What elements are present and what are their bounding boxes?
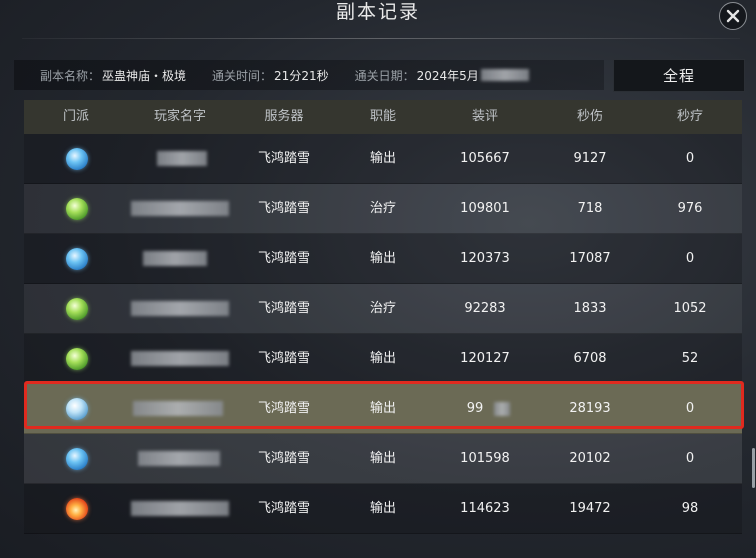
water-sect-icon (66, 148, 88, 170)
column-header-gear-score: 装评 (471, 109, 498, 124)
clear-time-value: 21分21秒 (274, 68, 329, 83)
censored-player-name (131, 301, 229, 316)
dps-cell: 19472 (569, 501, 611, 516)
role-cell: 输出 (369, 251, 396, 266)
column-header-role: 职能 (369, 109, 396, 124)
hps-cell: 98 (681, 501, 699, 516)
gear-score-cell: 101598 (460, 451, 510, 466)
gear-score-cell: 120127 (460, 351, 510, 366)
clear-time-info: 通关时间： 21分21秒 (212, 67, 329, 84)
dungeon-info-bar: 副本名称： 巫蛊神庙・极境 通关时间： 21分21秒 通关日期： 2024年5月 (14, 60, 604, 90)
dps-cell: 6708 (573, 351, 607, 366)
censored-player-name (131, 201, 229, 216)
table-row[interactable]: 飞鸿踏雪 治疗 109801 718 976 (24, 184, 742, 234)
server-cell: 飞鸿踏雪 (257, 201, 310, 216)
leaf-sect-icon (66, 348, 88, 370)
hps-cell: 0 (685, 151, 695, 166)
censored-player-name (131, 351, 229, 366)
server-cell: 飞鸿踏雪 (257, 151, 310, 166)
role-cell: 输出 (369, 151, 396, 166)
gear-score-cell: 105667 (460, 151, 510, 166)
dungeon-record-window: 副本记录 副本名称： 巫蛊神庙・极境 通关时间： 21分21秒 通关日期： 20… (0, 0, 756, 558)
dps-cell: 9127 (573, 151, 607, 166)
table-scrollbar[interactable] (752, 448, 755, 488)
close-button[interactable] (719, 2, 747, 30)
role-cell: 治疗 (369, 301, 396, 316)
window-title: 副本记录 (335, 1, 420, 23)
gear-score-cell: 109801 (460, 201, 510, 216)
role-cell: 输出 (369, 501, 396, 516)
full-run-button[interactable]: 全程 (613, 59, 745, 92)
role-cell: 治疗 (369, 201, 396, 216)
table-row[interactable]: 飞鸿踏雪 输出 120127 6708 52 (24, 334, 742, 384)
water-sect-icon (66, 448, 88, 470)
clear-date-info: 通关日期： 2024年5月 (355, 67, 529, 84)
table-row[interactable]: 飞鸿踏雪 输出 120373 17087 0 (24, 234, 742, 284)
close-icon (726, 9, 740, 23)
clear-date-value: 2024年5月 (416, 68, 479, 83)
hps-cell: 976 (677, 201, 703, 216)
dps-cell: 17087 (569, 251, 611, 266)
leaf-sect-icon (66, 298, 88, 320)
column-header-server: 服务器 (264, 109, 304, 124)
column-header-sect: 门派 (62, 109, 89, 124)
table-row[interactable]: 飞鸿踏雪 输出 114623 19472 98 (24, 484, 742, 534)
highlight-annotation-box (24, 381, 744, 429)
gear-score-cell: 114623 (460, 501, 510, 516)
title-divider (22, 38, 740, 39)
column-header-dps: 秒伤 (576, 109, 603, 124)
column-header-hps: 秒疗 (676, 109, 703, 124)
dungeon-name-label: 副本名称： (40, 68, 101, 83)
dps-cell: 1833 (573, 301, 607, 316)
dungeon-name-value: 巫蛊神庙・极境 (102, 68, 187, 83)
clear-date-label: 通关日期： (354, 68, 415, 83)
leaf-sect-icon (66, 198, 88, 220)
censored-player-name (157, 151, 207, 166)
clear-time-label: 通关时间： (212, 68, 273, 83)
hps-cell: 52 (681, 351, 699, 366)
table-header: 门派 玩家名字 服务器 职能 装评 秒伤 秒疗 (24, 100, 742, 134)
server-cell: 飞鸿踏雪 (257, 251, 310, 266)
dungeon-name-info: 副本名称： 巫蛊神庙・极境 (40, 67, 186, 84)
role-cell: 输出 (369, 351, 396, 366)
player-table-body: 飞鸿踏雪 输出 105667 9127 0 飞鸿踏雪 治疗 109801 718… (24, 134, 742, 534)
dps-cell: 718 (577, 201, 603, 216)
server-cell: 飞鸿踏雪 (257, 351, 310, 366)
server-cell: 飞鸿踏雪 (257, 301, 310, 316)
gear-score-cell: 92283 (464, 301, 506, 316)
gear-score-cell: 120373 (460, 251, 510, 266)
dps-cell: 20102 (569, 451, 611, 466)
water-sect-icon (66, 248, 88, 270)
hps-cell: 1052 (673, 301, 707, 316)
table-row[interactable]: 飞鸿踏雪 输出 101598 20102 0 (24, 434, 742, 484)
censored-player-name (143, 251, 207, 266)
server-cell: 飞鸿踏雪 (257, 451, 310, 466)
censored-player-name (138, 451, 220, 466)
table-row[interactable]: 飞鸿踏雪 治疗 92283 1833 1052 (24, 284, 742, 334)
fire-sect-icon (66, 498, 88, 520)
role-cell: 输出 (369, 451, 396, 466)
censored-date (480, 69, 529, 81)
server-cell: 飞鸿踏雪 (257, 501, 310, 516)
column-header-player-name: 玩家名字 (153, 109, 206, 124)
table-row[interactable]: 飞鸿踏雪 输出 105667 9127 0 (24, 134, 742, 184)
censored-player-name (131, 501, 229, 516)
hps-cell: 0 (685, 451, 695, 466)
hps-cell: 0 (685, 251, 695, 266)
